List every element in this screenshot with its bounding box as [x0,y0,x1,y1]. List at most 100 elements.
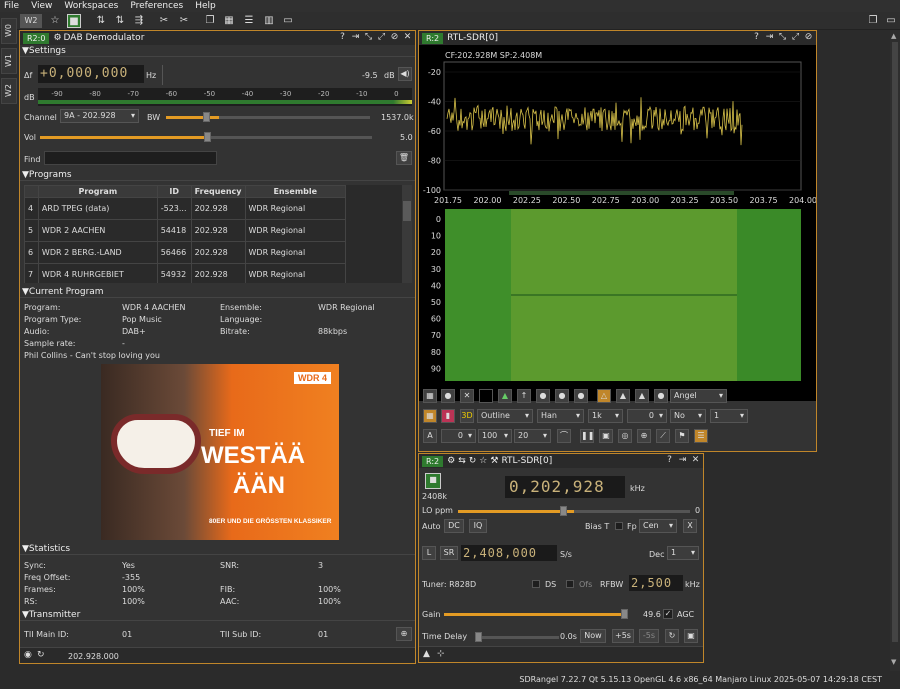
refresh-icon[interactable]: ↻ [37,650,45,660]
max-hold-icon[interactable]: ● [536,389,550,403]
minus5-button[interactable]: -5s [639,629,659,643]
map-target-icon[interactable]: ⊕ [396,627,412,641]
center-frequency-display[interactable]: 0,202,928 [505,476,625,498]
dock-icon[interactable]: ⇥ [764,32,775,43]
gear-icon[interactable]: ⚙ [53,33,61,43]
avg-select[interactable]: 1 ▾ [710,409,748,423]
sample-rate-display[interactable]: 2,408,000 [461,545,557,561]
agc-checkbox[interactable]: ✓ [663,609,673,619]
table-row[interactable]: 6 WDR 2 BERG.-LAND 56466 202.928 WDR Reg… [24,241,404,264]
palette-icon[interactable]: ● [654,389,668,403]
scroll-thumb[interactable] [892,42,898,642]
device-start-icon[interactable]: ■ [425,473,441,489]
menu-help[interactable]: Help [195,1,216,11]
scroll-up-icon[interactable]: ▲ [891,32,899,40]
star-icon[interactable]: ☆ [479,456,487,466]
gear-icon[interactable]: ⚙ [447,456,455,466]
gain-slider[interactable] [444,609,628,619]
pause-icon[interactable]: ❚❚ [580,429,594,443]
maximize-icon[interactable]: ⤢ [790,32,801,43]
gain-knob[interactable] [621,609,628,619]
marker-icon[interactable]: ⚑ [675,429,689,443]
avg-mode-select[interactable]: No ▾ [670,409,706,423]
delta-f-display[interactable]: +0,000,000 [38,65,144,83]
loop-icon[interactable]: ↻ [665,629,679,643]
help-icon[interactable]: ? [751,32,762,43]
find-input[interactable] [44,151,217,165]
window-icon[interactable]: ▭ [281,14,295,28]
tx-icon[interactable]: ⇅ [113,14,127,28]
channel-select[interactable]: 9A - 202.928 ▾ [60,109,139,123]
fps-select[interactable]: 20 ▾ [514,429,551,443]
save-icon[interactable]: ▣ [684,629,698,643]
start-icon[interactable]: ■ [67,14,81,28]
workspace-scrollbar[interactable]: ▲ ▼ [890,30,900,671]
broadcast-icon[interactable]: ◎ [618,429,632,443]
rx-icon[interactable]: ⇅ [94,14,108,28]
style-select[interactable]: Outline ▾ [477,409,533,423]
maximize-icon[interactable]: ⤢ [376,32,387,43]
menu-file[interactable]: File [4,1,19,11]
save-icon[interactable]: ▣ [599,429,613,443]
statistics-section-header[interactable]: ▼ Statistics [20,543,415,555]
scroll-down-icon[interactable]: ▼ [891,658,899,666]
restore-icon[interactable]: ❐ [866,14,880,28]
stream-icon[interactable]: ◉ [24,650,32,660]
menu-view[interactable]: View [31,1,52,11]
menu-lines-icon[interactable]: ☰ [694,429,708,443]
tile-icon[interactable]: ▦ [222,14,236,28]
dab-title-bar[interactable]: R2:0 ⚙ DAB Demodulator ? ⇥ ⤡ ⤢ ⊘ ✕ [20,31,415,45]
palette-select[interactable]: Angel ▾ [670,389,727,403]
3d-icon[interactable]: 3D [460,409,474,423]
close-icon[interactable]: ✕ [690,455,701,466]
cascade-icon[interactable]: ❐ [203,14,217,28]
triangle-icon[interactable]: ▲ [423,649,430,659]
overlap-spinbox[interactable]: 0 ▾ [627,409,667,423]
grid-icon[interactable]: ▦ [423,389,437,403]
table-scroll-thumb[interactable] [403,201,411,221]
stack-icon[interactable]: ☰ [242,14,256,28]
bw-slider[interactable] [166,112,370,122]
swap-icon[interactable]: ⇆ [458,456,466,466]
star-icon[interactable]: ☆ [48,14,62,28]
lowif-button[interactable]: L [422,546,436,560]
gradient-icon[interactable]: ▲ [616,389,630,403]
color-map-icon[interactable]: ▮ [441,409,455,423]
table-row[interactable]: 5 WDR 2 AACHEN 54418 202.928 WDR Regiona… [24,219,404,242]
bw-knob[interactable] [203,112,210,122]
current-program-section-header[interactable]: ▼ Current Program [20,286,415,298]
peak-icon[interactable]: ↑ [517,389,531,403]
dock-icon[interactable]: ⇥ [350,32,361,43]
col-ensemble[interactable]: Ensemble [244,185,347,198]
transmitter-section-header[interactable]: ▼ Transmitter [20,609,415,621]
avg-icon[interactable]: ● [555,389,569,403]
tools-icon[interactable]: ✂ [177,14,191,28]
crosshair-icon[interactable]: ⊕ [637,429,651,443]
table-row[interactable]: 4 ARD TPEG (data) -523... 202.928 WDR Re… [24,197,404,220]
tab-w0[interactable]: W0 [1,18,17,44]
programs-table[interactable]: Program ID Frequency Ensemble 4 ARD TPEG… [24,185,412,283]
settings-section-header[interactable]: ▼ Settings [20,45,415,57]
table-row[interactable]: 7 WDR 4 RUHRGEBIET 54932 202.928 WDR Reg… [24,263,404,283]
hide-icon[interactable]: ⊘ [389,32,400,43]
programs-section-header[interactable]: ▼ Programs [20,169,415,181]
share-icon[interactable]: ⊹ [437,649,445,659]
device-title-bar[interactable]: R:2 ⚙ ⇆ ↻ ☆ ⚒ RTL-SDR[0] ? ⇥ ✕ [419,454,703,468]
spectrum-display[interactable]: CF:202.928M SP:2.408M -20 -40 -60 -80 -100 201… [419,45,817,401]
vol-slider[interactable] [40,132,372,142]
spectrum-title-bar[interactable]: R:2 RTL-SDR[0] ? ⇥ ⤡ ⤢ ⊘ [419,31,816,45]
menu-workspaces[interactable]: Workspaces [64,1,118,11]
lo-ppm-knob[interactable] [560,506,567,516]
curve-icon[interactable]: ⌒ [557,429,571,443]
spectrum-chart[interactable]: CF:202.928M SP:2.408M-20-40-60-80-100201… [419,45,817,401]
spectrum-on-icon[interactable]: ▦ [423,409,437,423]
workspace-badge[interactable]: W2 [20,14,42,28]
bias-t-checkbox[interactable] [615,522,623,530]
black-swatch-icon[interactable] [479,389,493,403]
vol-knob[interactable] [204,132,211,142]
fill-icon[interactable]: △ [597,389,611,403]
feature-icon[interactable]: ✂ [157,14,171,28]
transverter-button[interactable]: X [683,519,697,533]
window-select[interactable]: Han ▾ [537,409,584,423]
table-scrollbar[interactable] [402,185,412,283]
